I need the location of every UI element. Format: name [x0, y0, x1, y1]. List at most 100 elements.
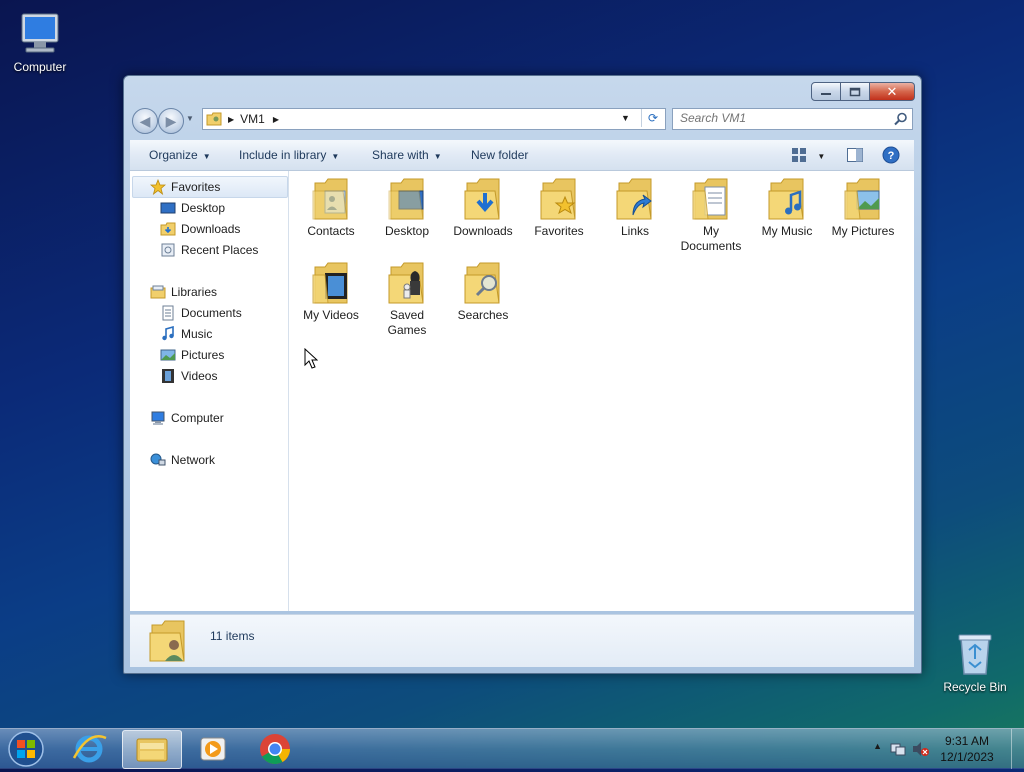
nav-item-recent-places[interactable]: Recent Places: [160, 242, 258, 258]
contacts-folder-icon: [311, 177, 351, 221]
nav-item-libraries[interactable]: Libraries: [150, 284, 217, 300]
desktop-icon-label: Computer: [13, 60, 67, 74]
back-arrow-icon: ◀: [139, 112, 151, 129]
taskbar-internet-explorer[interactable]: [60, 730, 118, 767]
downloads-folder-icon: [463, 177, 503, 221]
show-hidden-icons-button[interactable]: ▲: [873, 741, 882, 751]
caption-buttons: ✕: [811, 82, 915, 101]
search-icon[interactable]: [894, 112, 908, 126]
folder-item-my-documents[interactable]: My Documents: [673, 171, 749, 254]
libraries-icon: [150, 284, 166, 300]
help-icon: ?: [882, 146, 900, 164]
help-button[interactable]: ?: [882, 146, 900, 167]
nav-item-desktop[interactable]: Desktop: [160, 200, 225, 216]
taskbar-media-player[interactable]: [184, 730, 242, 767]
nav-item-network[interactable]: Network: [150, 452, 215, 468]
user-folder-large-icon: [148, 619, 188, 666]
forward-button[interactable]: ▶: [158, 108, 184, 134]
svg-text:?: ?: [888, 150, 895, 162]
nav-item-documents[interactable]: Documents: [160, 305, 242, 321]
back-button[interactable]: ◀: [132, 108, 158, 134]
clock[interactable]: 9:31 AM 12/1/2023: [932, 733, 1002, 765]
folder-item-saved-games[interactable]: Saved Games: [369, 255, 445, 338]
searches-folder-icon: [463, 261, 503, 305]
folder-item-my-videos[interactable]: My Videos: [293, 255, 369, 323]
saved-games-folder-icon: [387, 261, 427, 305]
documents-icon: [160, 305, 176, 321]
item-count: 11 items: [210, 629, 255, 643]
preview-pane-icon: [847, 148, 863, 162]
internet-explorer-icon: [72, 735, 107, 763]
share-with-button[interactable]: Share with ▼: [372, 148, 442, 162]
volume-muted-icon[interactable]: [912, 741, 930, 757]
taskbar-chrome[interactable]: [246, 730, 304, 767]
organize-button[interactable]: Organize ▼: [149, 148, 211, 162]
breadcrumb-chevron-icon[interactable]: ▶: [228, 115, 234, 124]
minimize-button[interactable]: [811, 82, 841, 101]
details-pane: 11 items: [130, 614, 914, 667]
mouse-cursor-icon: [304, 348, 318, 369]
breadcrumb-chevron-icon[interactable]: ▶: [273, 115, 279, 124]
folder-item-contacts[interactable]: Contacts: [293, 171, 369, 239]
include-in-library-button[interactable]: Include in library ▼: [239, 148, 339, 162]
star-icon: [149, 178, 167, 196]
media-player-icon: [200, 737, 226, 761]
change-view-button[interactable]: ▼: [792, 148, 825, 165]
refresh-icon: ⟳: [647, 111, 659, 125]
folder-item-favorites[interactable]: Favorites: [521, 171, 597, 239]
network-status-icon[interactable]: [890, 741, 906, 757]
desktop-icon-label: Recycle Bin: [943, 680, 1007, 694]
address-bar[interactable]: ▶ VM1 ▶ ▼: [202, 108, 666, 130]
nav-item-music[interactable]: Music: [160, 325, 212, 342]
nav-item-favorites[interactable]: Favorites: [149, 178, 220, 196]
taskbar-windows-explorer[interactable]: [122, 730, 182, 769]
refresh-button[interactable]: ⟳: [641, 109, 664, 127]
chrome-icon: [260, 734, 290, 765]
navigation-pane: Favorites Desktop Downloads Recent Place…: [130, 171, 289, 611]
explorer-content: Favorites Desktop Downloads Recent Place…: [130, 171, 914, 611]
address-dropdown-icon[interactable]: ▼: [621, 113, 630, 123]
nav-item-videos[interactable]: Videos: [160, 368, 217, 384]
maximize-button[interactable]: [841, 82, 870, 101]
desktop-icon-recycle-bin[interactable]: Recycle Bin: [935, 630, 1015, 694]
maximize-icon: [849, 87, 861, 96]
nav-item-pictures[interactable]: Pictures: [160, 347, 224, 363]
address-row: ◀ ▶ ▼ ▶ VM1 ▶ ▼ ⟳: [130, 106, 914, 134]
start-button[interactable]: [6, 729, 48, 769]
my-documents-folder-icon: [691, 177, 731, 221]
preview-pane-button[interactable]: [847, 148, 863, 165]
pictures-icon: [160, 347, 176, 363]
folder-item-my-pictures[interactable]: My Pictures: [825, 171, 901, 239]
computer-icon: [16, 10, 64, 58]
my-music-folder-icon: [767, 177, 807, 221]
folder-item-links[interactable]: Links: [597, 171, 673, 239]
breadcrumb-vm1[interactable]: VM1: [240, 112, 265, 126]
folder-item-desktop[interactable]: Desktop: [369, 171, 445, 239]
explorer-window[interactable]: ✕ ◀ ▶ ▼ ▶ VM1 ▶ ▼ ⟳ Organize▼ Include in…: [123, 75, 922, 674]
folder-item-searches[interactable]: Searches: [445, 255, 521, 323]
explorer-folder-icon: [136, 738, 168, 762]
search-field[interactable]: [672, 108, 913, 130]
my-pictures-folder-icon: [843, 177, 883, 221]
folder-item-downloads[interactable]: Downloads: [445, 171, 521, 239]
recent-pages-dropdown[interactable]: ▼: [186, 114, 194, 123]
show-desktop-button[interactable]: [1011, 729, 1024, 769]
favorites-folder-icon: [539, 177, 579, 221]
desktop-folder-icon: [387, 177, 427, 221]
view-icon: [792, 148, 806, 162]
folder-item-my-music[interactable]: My Music: [749, 171, 825, 239]
user-folder-icon: [206, 112, 222, 126]
minimize-icon: [821, 92, 831, 95]
links-folder-icon: [615, 177, 655, 221]
new-folder-button[interactable]: New folder: [471, 148, 528, 162]
nav-item-downloads[interactable]: Downloads: [160, 221, 240, 237]
nav-item-computer[interactable]: Computer: [150, 410, 224, 426]
desktop-icon-computer[interactable]: Computer: [0, 10, 80, 74]
search-input[interactable]: [673, 109, 880, 127]
taskbar: ▲ 9:31 AM 12/1/2023: [0, 728, 1024, 769]
computer-icon: [150, 410, 166, 426]
close-button[interactable]: ✕: [870, 82, 915, 101]
clock-time: 9:31 AM: [944, 734, 990, 748]
close-icon: ✕: [886, 83, 898, 99]
my-videos-folder-icon: [311, 261, 351, 305]
